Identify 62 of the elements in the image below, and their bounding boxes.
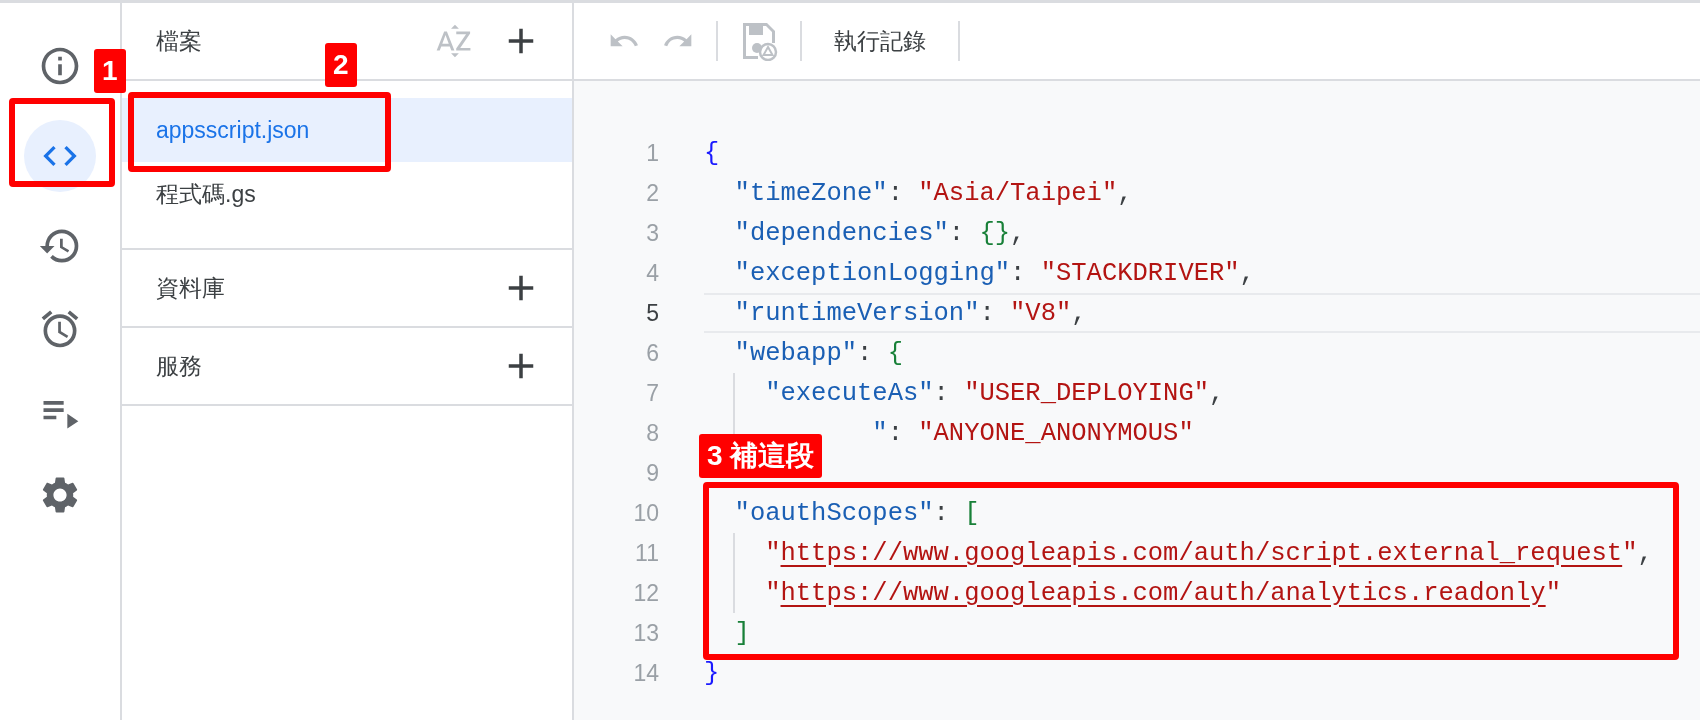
code-token: " bbox=[871, 418, 888, 448]
code-token: "runtimeVersion" bbox=[733, 298, 980, 328]
line-number: 7 bbox=[645, 379, 659, 407]
execution-log-button[interactable]: 執行記錄 bbox=[824, 17, 936, 65]
code-token: "V8" bbox=[1010, 298, 1072, 328]
step-label: 1 bbox=[94, 49, 126, 93]
code-token: } bbox=[704, 658, 720, 688]
section-title: 資料庫 bbox=[156, 273, 226, 303]
code-token: "ANYONE_ANONYMOUS" bbox=[918, 418, 1194, 448]
code-token: , bbox=[1010, 218, 1026, 248]
code-token: : bbox=[1010, 258, 1027, 288]
line-number: 10 bbox=[632, 499, 659, 527]
code-token: : bbox=[933, 378, 950, 408]
code-token: : bbox=[948, 218, 966, 248]
code-token: "executeAs" bbox=[764, 378, 934, 408]
panel-title: 檔案 bbox=[156, 26, 203, 56]
code-token: " bbox=[764, 578, 781, 608]
line-number: 11 bbox=[634, 539, 659, 567]
code-token: : bbox=[887, 418, 904, 448]
line-number: 12 bbox=[632, 579, 659, 607]
code-token: "timeZone" bbox=[733, 178, 888, 208]
line-number: 3 bbox=[645, 219, 659, 247]
section-title: 服務 bbox=[156, 351, 203, 381]
code-token: "STACKDRIVER" bbox=[1040, 258, 1240, 288]
code-token: : bbox=[857, 338, 874, 368]
step-label: 2 bbox=[325, 43, 357, 87]
code-token: , bbox=[1239, 258, 1255, 288]
line-number: 4 bbox=[645, 259, 659, 287]
code-token: { bbox=[887, 338, 903, 368]
code-token: , bbox=[1071, 298, 1087, 328]
line-number: 8 bbox=[645, 419, 659, 447]
code-token: " bbox=[1545, 578, 1561, 608]
url-link[interactable]: https://www.googleapis.com/auth/analytics.readonly bbox=[780, 578, 1546, 608]
step-label: 3 補這段 bbox=[699, 434, 823, 478]
code-token: {} bbox=[979, 218, 1011, 248]
line-number: 5 bbox=[645, 299, 659, 327]
line-number: 14 bbox=[632, 659, 659, 687]
code-token: "exceptionLogging" bbox=[733, 258, 1011, 288]
code-token: , bbox=[1209, 378, 1225, 408]
code-token: [ bbox=[964, 498, 980, 528]
line-number: 1 bbox=[645, 139, 659, 167]
code-token: , bbox=[1637, 538, 1653, 568]
code-token: { bbox=[704, 138, 720, 168]
code-token: " bbox=[764, 538, 781, 568]
code-token: : bbox=[887, 178, 904, 208]
file-item[interactable]: 程式碼.gs bbox=[122, 162, 572, 226]
line-number: 13 bbox=[632, 619, 659, 647]
line-number: 2 bbox=[645, 179, 659, 207]
url-link[interactable]: https://www.googleapis.com/auth/script.external_request bbox=[780, 538, 1623, 568]
code-token: : bbox=[933, 498, 950, 528]
code-token: "USER_DEPLOYING" bbox=[964, 378, 1209, 408]
code-token: "oauthScopes" bbox=[733, 498, 934, 528]
code-token: : bbox=[979, 298, 996, 328]
line-number: 6 bbox=[645, 339, 659, 367]
file-item[interactable]: appsscript.json bbox=[122, 98, 572, 162]
code-token: "dependencies" bbox=[733, 218, 949, 248]
code-token: "Asia/Taipei" bbox=[918, 178, 1118, 208]
line-number: 9 bbox=[645, 459, 659, 487]
code-token: " bbox=[1622, 538, 1638, 568]
code-token: , bbox=[1117, 178, 1133, 208]
code-token: "webapp" bbox=[733, 338, 858, 368]
code-token: ] bbox=[733, 618, 750, 648]
